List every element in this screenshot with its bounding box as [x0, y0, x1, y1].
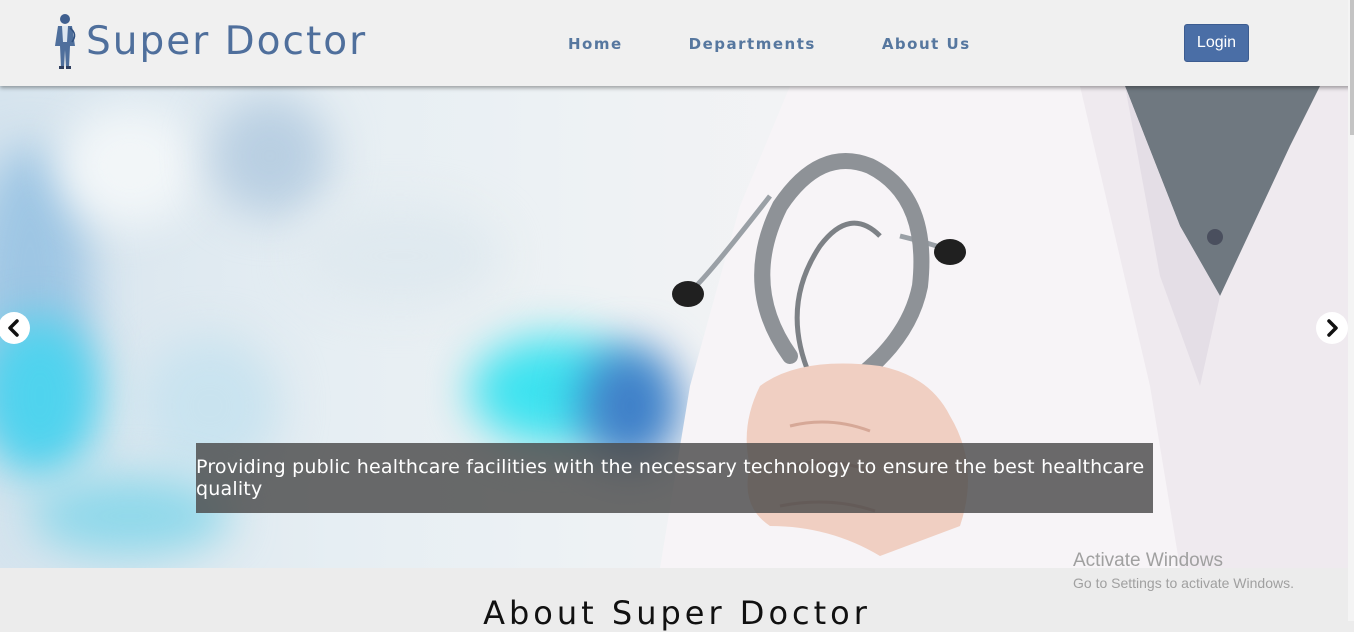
login-button[interactable]: Login — [1184, 24, 1249, 62]
brand-name: Super Doctor — [86, 19, 368, 64]
main-nav: Home Departments About Us — [568, 35, 1037, 53]
nav-home-link[interactable]: Home — [568, 35, 623, 53]
doctor-logo-icon — [55, 14, 76, 69]
brand[interactable]: Super Doctor — [48, 12, 367, 72]
watermark-title: Activate Windows — [1073, 550, 1223, 571]
carousel-caption-text: Providing public healthcare facilities w… — [196, 456, 1145, 500]
windows-activation-watermark: Activate Windows Go to Settings to activ… — [1073, 550, 1294, 594]
chevron-right-icon — [1327, 319, 1338, 337]
about-section-title: About Super Doctor — [483, 594, 871, 632]
carousel-next-button[interactable] — [1316, 312, 1348, 344]
scrollbar-thumb[interactable] — [1350, 0, 1354, 135]
hero-carousel: Providing public healthcare facilities w… — [0, 86, 1348, 568]
navbar: Super Doctor Home Departments About Us L… — [0, 0, 1354, 86]
carousel-caption: Providing public healthcare facilities w… — [196, 443, 1153, 513]
chevron-left-icon — [8, 319, 19, 337]
nav-about-link[interactable]: About Us — [882, 35, 971, 53]
watermark-subtitle: Go to Settings to activate Windows. — [1073, 575, 1294, 591]
nav-departments-link[interactable]: Departments — [689, 35, 816, 53]
